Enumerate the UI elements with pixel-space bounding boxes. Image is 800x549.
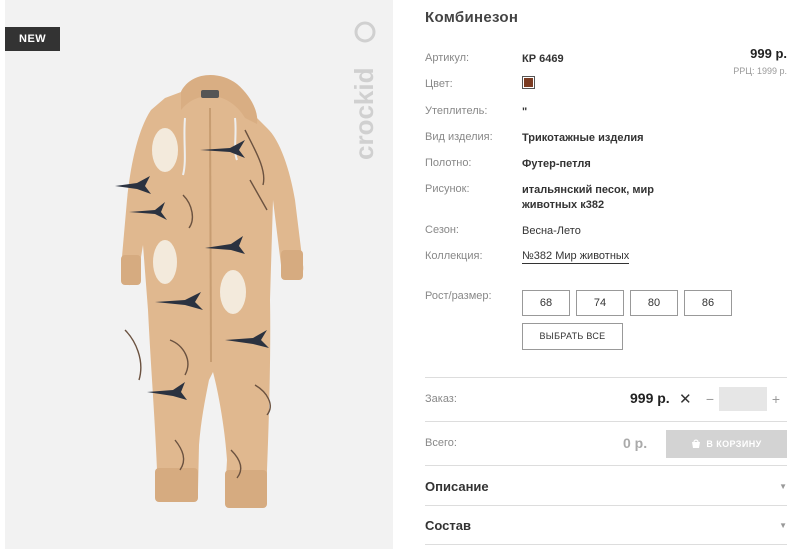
product-info: Комбинезон 999 р. РРЦ: 1999 р. Артикул: … xyxy=(425,0,787,549)
add-to-cart-label: В КОРЗИНУ xyxy=(706,439,762,449)
divider xyxy=(425,544,787,545)
chevron-down-icon: ▼ xyxy=(779,521,787,530)
product-price: 999 р. xyxy=(750,46,787,61)
brand-logo-text: crockid xyxy=(349,68,379,161)
add-to-cart-button[interactable]: В КОРЗИНУ xyxy=(666,430,787,458)
spec-fabric-value: Футер-петля xyxy=(522,158,591,170)
jumpsuit-illustration xyxy=(115,74,304,508)
chevron-down-icon: ▼ xyxy=(779,482,787,491)
collection-link[interactable]: №382 Мир животных xyxy=(522,250,630,264)
spec-insulation-label: Утеплитель: xyxy=(425,105,488,117)
size-option-74[interactable]: 74 xyxy=(576,290,624,316)
divider xyxy=(425,421,787,422)
spec-pattern-value: итальянский песок, мир животных к382 xyxy=(522,184,654,211)
spec-color-label: Цвет: xyxy=(425,78,453,90)
spec-pattern-label: Рисунок: xyxy=(425,183,470,195)
color-swatch-fill xyxy=(524,78,533,87)
quantity-input[interactable] xyxy=(719,387,767,411)
quantity-increase-button[interactable]: + xyxy=(769,388,783,410)
total-label: Всего: xyxy=(425,437,457,449)
divider xyxy=(425,377,787,378)
spec-insulation-value: " xyxy=(522,106,528,118)
divider xyxy=(425,505,787,506)
product-title: Комбинезон xyxy=(425,9,519,26)
size-option-80[interactable]: 80 xyxy=(630,290,678,316)
size-option-68[interactable]: 68 xyxy=(522,290,570,316)
accordion-description[interactable]: Описание ▼ xyxy=(425,479,787,499)
quantity-decrease-button[interactable]: − xyxy=(703,388,717,410)
product-rrp: РРЦ: 1999 р. xyxy=(733,66,787,76)
spec-type-label: Вид изделия: xyxy=(425,131,493,143)
spec-article-value: КР 6469 xyxy=(522,53,564,65)
color-swatch[interactable] xyxy=(522,76,535,89)
total-price: 0 р. xyxy=(623,435,648,451)
spec-fabric-label: Полотно: xyxy=(425,157,472,169)
accordion-description-label: Описание xyxy=(425,479,489,494)
brand-mark-icon xyxy=(354,21,376,43)
new-badge: NEW xyxy=(5,27,61,51)
accordion-composition-label: Состав xyxy=(425,518,471,533)
spec-article-label: Артикул: xyxy=(425,52,470,64)
select-all-sizes-button[interactable]: ВЫБРАТЬ ВСЕ xyxy=(522,323,623,350)
order-label: Заказ: xyxy=(425,393,457,405)
spec-type-value: Трикотажные изделия xyxy=(522,132,644,144)
product-image[interactable] xyxy=(5,0,393,549)
cart-icon xyxy=(692,439,701,448)
multiply-icon: ✕ xyxy=(679,391,692,408)
divider xyxy=(425,465,787,466)
size-option-86[interactable]: 86 xyxy=(684,290,732,316)
spec-season-label: Сезон: xyxy=(425,224,459,236)
spec-collection-label: Коллекция: xyxy=(425,250,483,262)
order-price: 999 р. xyxy=(630,390,670,406)
spec-size-label: Рост/размер: xyxy=(425,290,492,302)
accordion-composition[interactable]: Состав ▼ xyxy=(425,518,787,538)
spec-season-value: Весна-Лето xyxy=(522,225,581,237)
